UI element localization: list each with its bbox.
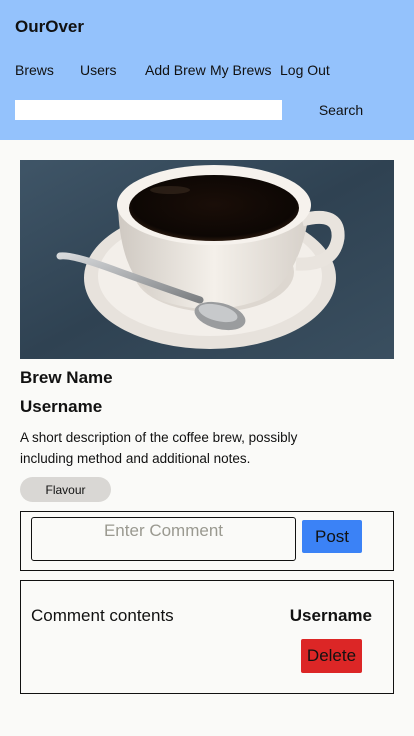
search-input[interactable]	[15, 100, 282, 120]
brew-description: A short description of the coffee brew, …	[20, 430, 298, 466]
nav-link-my-brews[interactable]: My Brews	[210, 62, 271, 78]
comment-input[interactable]	[31, 517, 296, 561]
nav-link-add-brew[interactable]: Add Brew	[145, 62, 206, 78]
app-header: OurOver Brews Users Add Brew My Brews Lo…	[0, 0, 414, 140]
comment-form: Post	[20, 511, 394, 571]
app-title[interactable]: OurOver	[15, 17, 84, 37]
delete-comment-button[interactable]: Delete	[301, 639, 362, 673]
nav-link-users[interactable]: Users	[80, 62, 117, 78]
coffee-cup-photo-icon	[20, 160, 394, 359]
brew-name: Brew Name	[20, 368, 113, 387]
search-button[interactable]: Search	[312, 101, 370, 119]
comment-card: Comment contents Username Delete	[20, 580, 394, 694]
nav-link-log-out[interactable]: Log Out	[280, 62, 330, 78]
brew-photo	[20, 160, 394, 359]
nav-link-brews[interactable]: Brews	[15, 62, 54, 78]
comment-text: Comment contents	[31, 606, 174, 625]
comment-username[interactable]: Username	[290, 606, 372, 626]
flavour-tag: Flavour	[20, 477, 111, 502]
post-comment-button[interactable]: Post	[302, 520, 362, 553]
brew-username[interactable]: Username	[20, 397, 102, 417]
